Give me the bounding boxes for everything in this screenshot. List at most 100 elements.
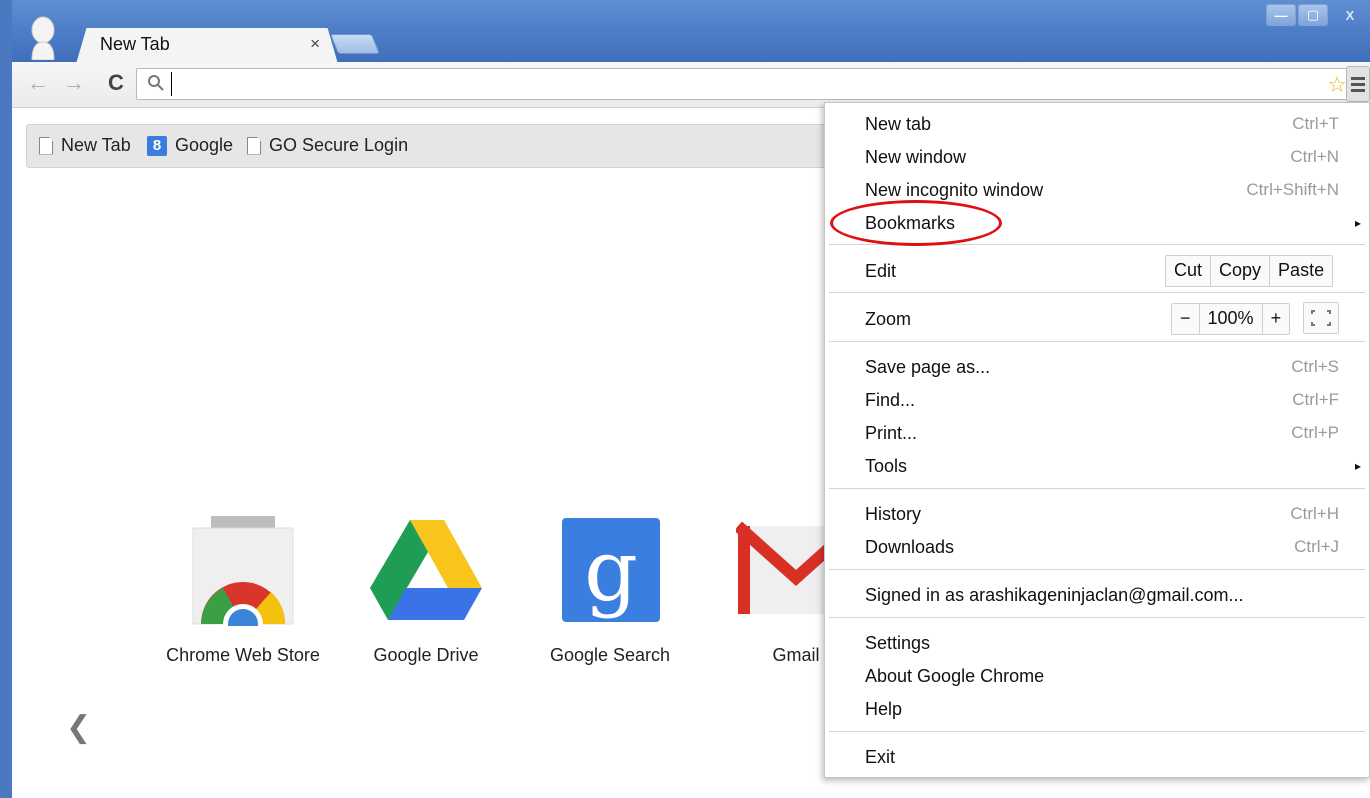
profile-avatar-icon[interactable] (28, 16, 58, 60)
zoom-out-button[interactable]: − (1172, 304, 1199, 334)
edit-button-group: Cut Copy Paste (1165, 255, 1334, 287)
menu-item-label: New incognito window (865, 180, 1044, 200)
menu-item-new-incognito-window[interactable]: New incognito window Ctrl+Shift+N (865, 176, 1339, 204)
menu-item-label: Print... (865, 423, 918, 443)
submenu-arrow-icon: ▸ (1354, 459, 1361, 473)
menu-separator (829, 341, 1365, 342)
omnibox[interactable]: ☆ (136, 68, 1358, 100)
app-google-search[interactable]: g Google Search (546, 516, 674, 666)
menu-separator (829, 488, 1365, 489)
window-controls: — ▢ X (1266, 4, 1370, 28)
bookmark-go-secure-login[interactable]: GO Secure Login (247, 135, 408, 156)
menu-item-label: Signed in as arashikageninjaclan@gmail.c… (865, 585, 1244, 605)
menu-item-bookmarks[interactable]: Bookmarks ▸ (865, 209, 1361, 237)
copy-button[interactable]: Copy (1210, 256, 1269, 286)
menu-item-about-google-chrome[interactable]: About Google Chrome (865, 662, 1339, 690)
menu-item-downloads[interactable]: Downloads Ctrl+J (865, 533, 1339, 561)
menu-shortcut: Ctrl+T (1292, 114, 1339, 133)
fullscreen-icon (1311, 310, 1331, 326)
menu-item-label: About Google Chrome (865, 666, 1045, 686)
menu-item-new-tab[interactable]: New tab Ctrl+T (865, 110, 1339, 138)
bookmark-star-icon[interactable]: ☆ (1327, 72, 1347, 98)
menu-bar-icon (1351, 88, 1365, 92)
zoom-in-button[interactable]: + (1261, 304, 1290, 334)
close-window-button[interactable]: X (1330, 4, 1370, 26)
menu-item-tools[interactable]: Tools ▸ (865, 452, 1361, 480)
svg-text:g: g (584, 522, 638, 620)
window-left-frame (0, 0, 12, 798)
tab-close-icon[interactable]: × (310, 34, 320, 54)
menu-separator (829, 569, 1365, 570)
zoom-controls: − 100% + (1171, 303, 1291, 335)
menu-bar-icon (1351, 76, 1365, 80)
app-google-drive[interactable]: Google Drive (360, 516, 492, 666)
menu-item-new-window[interactable]: New window Ctrl+N (865, 143, 1339, 171)
app-label: Chrome Web Store (166, 645, 320, 665)
paste-button[interactable]: Paste (1269, 256, 1332, 286)
tab-new-tab[interactable]: New Tab × (76, 28, 338, 64)
search-icon (148, 75, 164, 91)
tab-title: New Tab (100, 34, 170, 54)
menu-item-settings[interactable]: Settings (865, 629, 1339, 657)
forward-button[interactable]: → (60, 70, 88, 96)
menu-separator (829, 292, 1365, 293)
new-tab-button[interactable] (329, 34, 381, 54)
menu-shortcut: Ctrl+F (1292, 390, 1339, 409)
menu-bar-icon (1351, 82, 1365, 86)
menu-item-label: Edit (865, 261, 897, 281)
menu-item-save-page[interactable]: Save page as... Ctrl+S (865, 353, 1339, 381)
menu-separator (829, 244, 1365, 245)
page-icon (39, 136, 53, 155)
menu-item-label: History (865, 504, 922, 524)
menu-item-exit[interactable]: Exit (865, 743, 1339, 771)
previous-page-arrow-icon[interactable]: ❮ (66, 710, 91, 745)
menu-item-help[interactable]: Help (865, 695, 1339, 723)
bookmark-label: GO Secure Login (269, 135, 409, 155)
google-search-icon: g (562, 518, 660, 622)
chrome-menu: New tab Ctrl+T New window Ctrl+N New inc… (824, 102, 1370, 778)
reload-button[interactable]: C (102, 70, 130, 96)
menu-item-label: Save page as... (865, 357, 991, 377)
menu-item-label: Settings (865, 633, 931, 653)
menu-item-label: Downloads (865, 537, 955, 557)
chrome-web-store-icon (192, 516, 294, 644)
menu-item-label: Bookmarks (865, 213, 956, 233)
minimize-button[interactable]: — (1266, 4, 1296, 26)
menu-item-history[interactable]: History Ctrl+H (865, 500, 1339, 528)
menu-shortcut: Ctrl+P (1291, 423, 1339, 442)
back-button[interactable]: ← (24, 70, 52, 96)
bookmark-label: Google (175, 135, 234, 155)
chrome-menu-button[interactable] (1346, 66, 1370, 102)
maximize-button[interactable]: ▢ (1298, 4, 1328, 26)
menu-shortcut: Ctrl+J (1294, 537, 1339, 556)
menu-separator (829, 617, 1365, 618)
google-drive-icon (370, 520, 482, 620)
menu-item-label: New window (865, 147, 967, 167)
menu-item-label: New tab (865, 114, 932, 134)
menu-item-label: Help (865, 699, 903, 719)
submenu-arrow-icon: ▸ (1354, 216, 1361, 230)
page-icon (247, 136, 261, 155)
app-label: Google Search (549, 645, 671, 665)
menu-item-label: Zoom (865, 309, 912, 329)
menu-item-label: Find... (865, 390, 916, 410)
menu-item-print[interactable]: Print... Ctrl+P (865, 419, 1339, 447)
menu-shortcut: Ctrl+N (1290, 147, 1339, 166)
menu-shortcut: Ctrl+Shift+N (1246, 180, 1339, 199)
cut-button[interactable]: Cut (1166, 256, 1210, 286)
zoom-level: 100% (1198, 304, 1262, 334)
google-icon: 8 (147, 135, 167, 156)
menu-shortcut: Ctrl+H (1290, 504, 1339, 523)
menu-separator (829, 731, 1365, 732)
menu-item-label: Tools (865, 456, 908, 476)
app-label: Google Drive (373, 645, 479, 665)
bookmark-new-tab[interactable]: New Tab (39, 135, 131, 156)
menu-shortcut: Ctrl+S (1291, 357, 1339, 376)
bookmark-label: New Tab (61, 135, 131, 155)
bookmark-google[interactable]: 8 Google (147, 135, 233, 156)
address-input[interactable] (171, 72, 1311, 96)
menu-item-signed-in[interactable]: Signed in as arashikageninjaclan@gmail.c… (865, 581, 1339, 609)
menu-item-find[interactable]: Find... Ctrl+F (865, 386, 1339, 414)
fullscreen-button[interactable] (1303, 302, 1339, 334)
app-chrome-web-store[interactable]: Chrome Web Store (160, 516, 326, 666)
